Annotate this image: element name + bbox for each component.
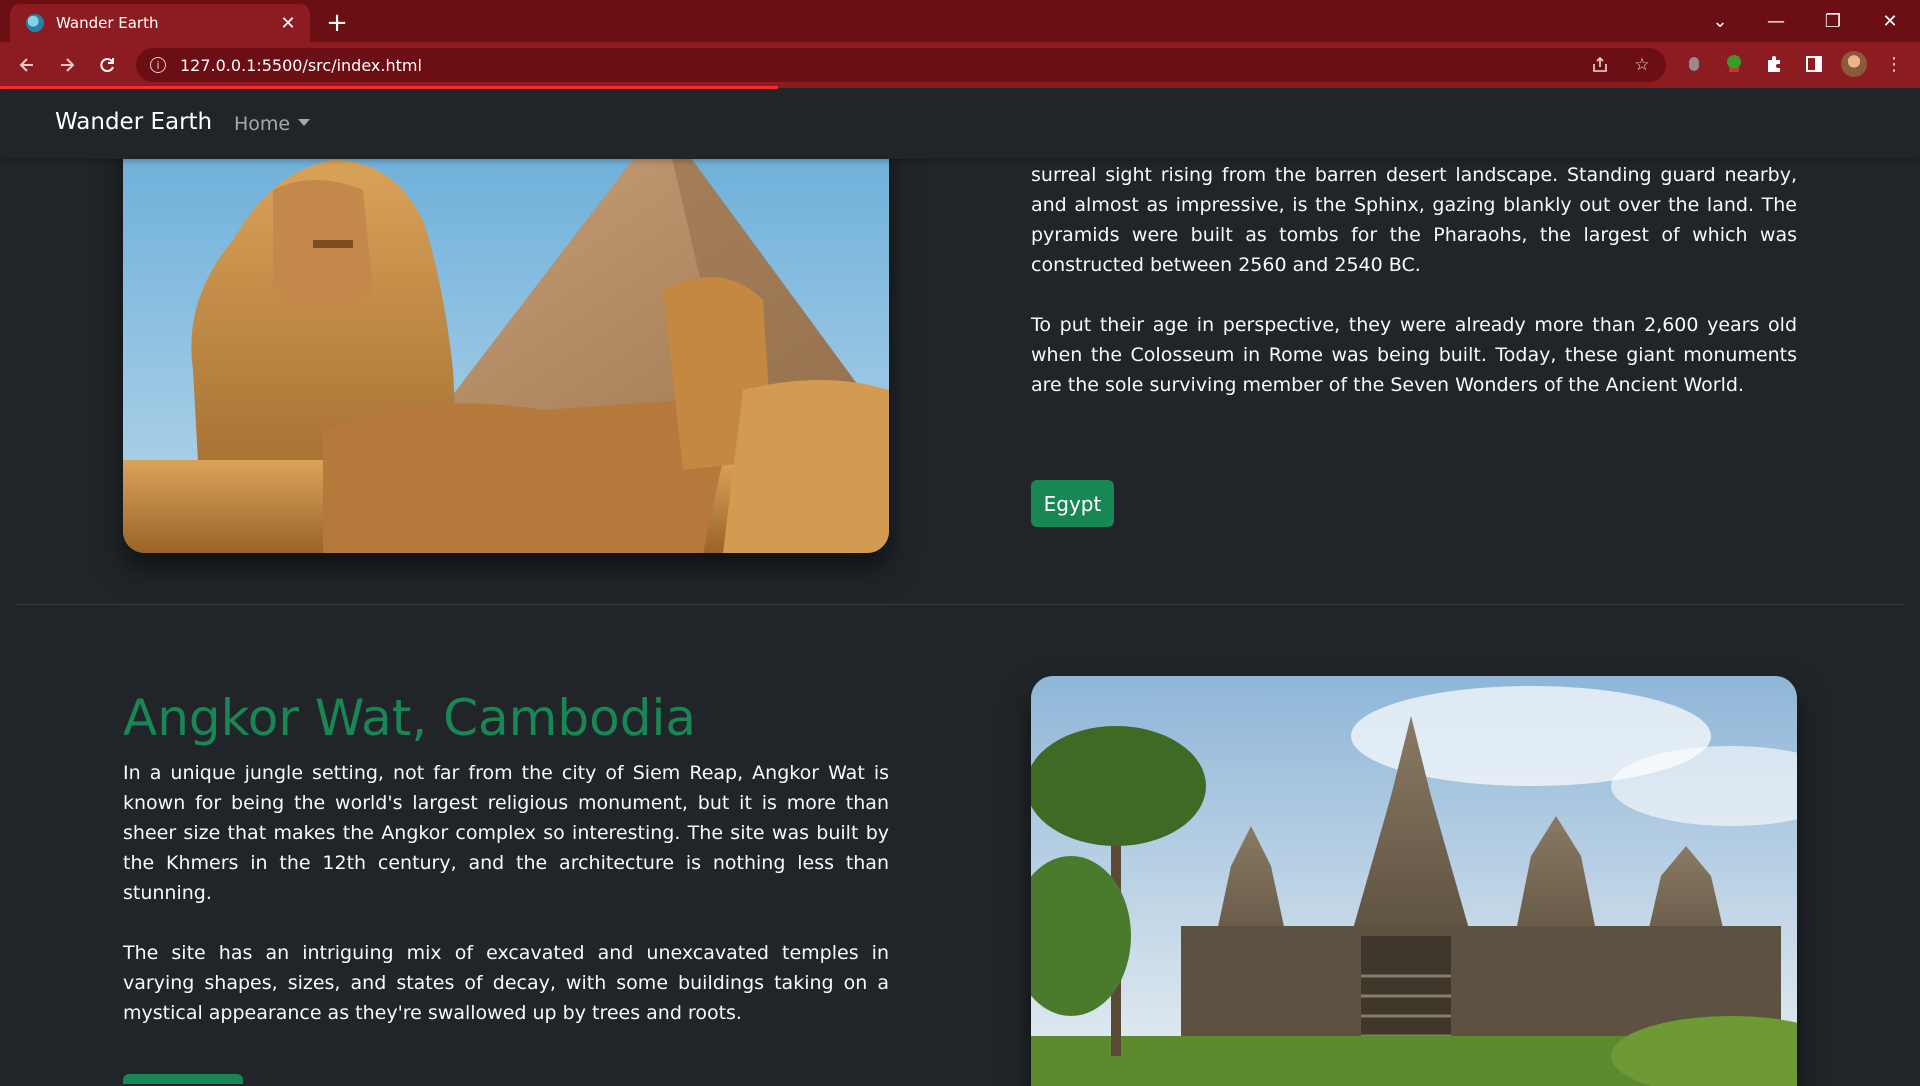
close-window-button[interactable]: ✕ — [1870, 6, 1910, 36]
sphinx-pyramid-image — [123, 130, 889, 553]
section-divider — [16, 604, 1904, 605]
angkor-description: In a unique jungle setting, not far from… — [123, 758, 889, 1058]
share-icon[interactable] — [1588, 53, 1612, 77]
profile-avatar[interactable] — [1840, 50, 1868, 78]
home-label: Home — [234, 113, 291, 135]
site-info-icon[interactable]: i — [150, 57, 166, 73]
tab-close-icon[interactable]: ✕ — [276, 11, 300, 35]
forward-arrow-icon[interactable] — [52, 50, 82, 80]
tree-extension-icon[interactable] — [1720, 50, 1748, 78]
back-arrow-icon[interactable] — [12, 50, 42, 80]
browser-title-bar: Wander Earth ✕ + ⌄ — ❐ ✕ — [0, 0, 1920, 42]
side-panel-icon[interactable] — [1800, 50, 1828, 78]
reload-icon[interactable] — [92, 50, 122, 80]
browser-tab[interactable]: Wander Earth ✕ — [10, 4, 310, 42]
browser-toolbar: i 127.0.0.1:5500/src/index.html ☆ ⋮ — [0, 42, 1920, 88]
url-text[interactable]: 127.0.0.1:5500/src/index.html — [180, 56, 422, 75]
angkor-paragraph-2: The site has an intriguing mix of excava… — [123, 942, 889, 1024]
address-bar[interactable]: i 127.0.0.1:5500/src/index.html ☆ — [136, 48, 1666, 82]
star-icon[interactable]: ☆ — [1630, 53, 1654, 77]
home-dropdown[interactable]: Home — [234, 113, 311, 135]
site-navbar: Wander Earth Home — [0, 89, 1920, 159]
tab-search-icon[interactable]: ⌄ — [1700, 6, 1740, 36]
new-tab-button[interactable]: + — [322, 8, 352, 38]
angkor-paragraph-1: In a unique jungle setting, not far from… — [123, 762, 889, 904]
site-brand[interactable]: Wander Earth — [55, 109, 212, 135]
cambodia-button[interactable] — [123, 1074, 243, 1084]
angkor-wat-image — [1031, 676, 1797, 1086]
restore-button[interactable]: ❐ — [1813, 6, 1853, 36]
extensions-puzzle-icon[interactable] — [1760, 50, 1788, 78]
egypt-description: surreal sight rising from the barren des… — [1031, 160, 1797, 430]
extension-dot-icon[interactable] — [1680, 50, 1708, 78]
tab-title: Wander Earth — [56, 14, 159, 32]
egypt-paragraph-2: To put their age in perspective, they we… — [1031, 314, 1797, 396]
globe-favicon-icon — [26, 14, 44, 32]
egypt-paragraph-1: surreal sight rising from the barren des… — [1031, 164, 1797, 276]
caret-down-icon — [298, 119, 311, 126]
angkor-title: Angkor Wat, Cambodia — [123, 689, 696, 747]
minimize-button[interactable]: — — [1756, 6, 1796, 36]
kebab-menu-icon[interactable]: ⋮ — [1880, 50, 1908, 78]
egypt-button[interactable]: Egypt — [1031, 480, 1114, 527]
